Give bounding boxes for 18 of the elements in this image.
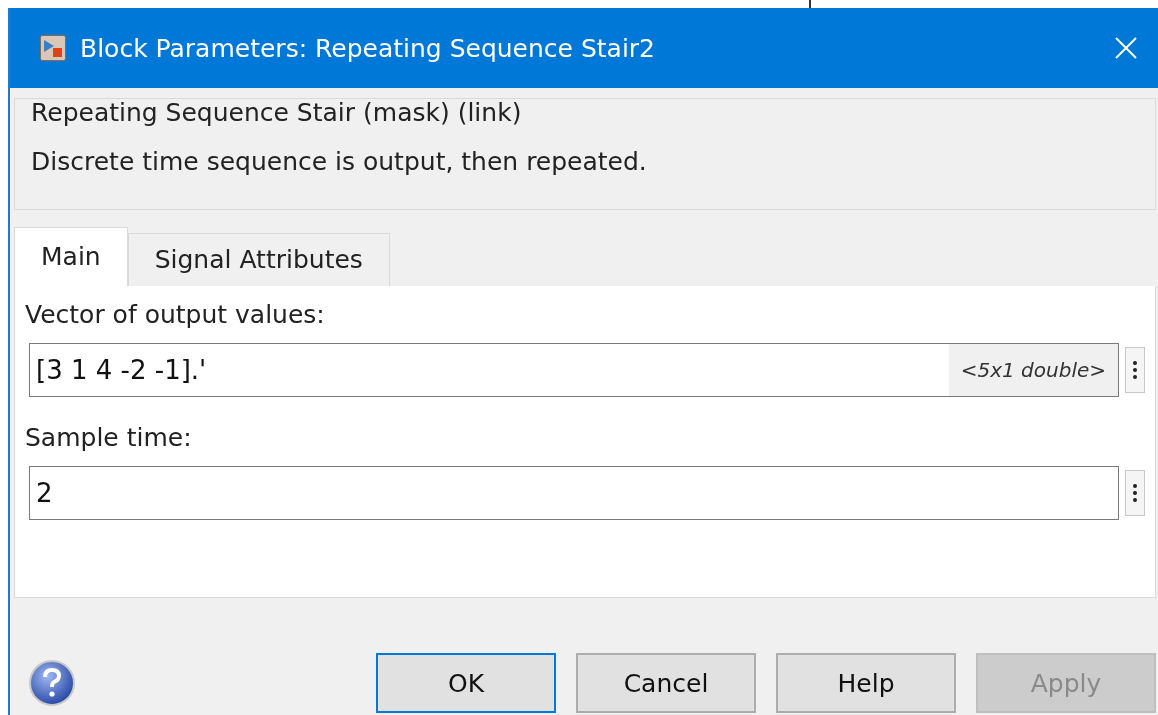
field-label: Vector of output values: <box>25 300 325 329</box>
tab[interactable]: Main <box>14 227 128 286</box>
close-icon[interactable] <box>1114 36 1138 60</box>
dialog-button[interactable]: Help <box>776 653 956 713</box>
dialog-button[interactable]: Cancel <box>576 653 756 713</box>
dialog-button[interactable]: OK <box>376 653 556 713</box>
more-options-button[interactable] <box>1125 470 1145 516</box>
field-label: Sample time: <box>25 423 192 452</box>
more-options-button[interactable] <box>1125 347 1145 393</box>
group-title: Repeating Sequence Stair (mask) (link) <box>31 97 522 129</box>
window-title: Block Parameters: Repeating Sequence Stair2 <box>80 33 656 63</box>
input-field[interactable]: 2 <box>29 466 1119 520</box>
help-icon[interactable] <box>28 659 76 707</box>
vertical-ellipsis-icon <box>1132 358 1138 382</box>
vertical-ellipsis-icon <box>1132 481 1138 505</box>
tab[interactable]: Signal Attributes <box>127 233 390 286</box>
app-icon <box>40 35 66 61</box>
block-description: Discrete time sequence is output, then repeated. <box>31 147 647 176</box>
